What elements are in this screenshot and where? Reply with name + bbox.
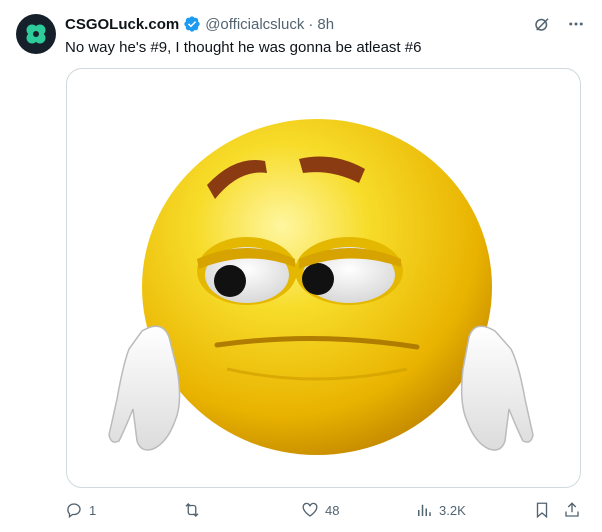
reply-button[interactable]: 1 [65, 497, 96, 523]
avatar[interactable] [16, 14, 56, 54]
tweet-actions: 1 48 3.2K [65, 497, 585, 523]
share-icon [565, 502, 579, 517]
tweet-header: CSGOLuck.com @officialcsluck · 8h [65, 14, 334, 34]
views-count: 3.2K [439, 502, 466, 518]
tweet-media[interactable] [66, 68, 581, 488]
reply-icon [67, 503, 81, 519]
more-options-icon[interactable] [566, 14, 586, 34]
top-actions [532, 14, 586, 34]
separator-dot: · [308, 15, 314, 33]
like-button[interactable]: 48 [301, 497, 339, 523]
like-count: 48 [325, 502, 340, 518]
reply-count: 1 [89, 502, 97, 518]
heart-icon [302, 502, 318, 517]
bookmark-icon [536, 502, 548, 519]
share-button[interactable] [563, 497, 581, 523]
sad-face-emoji-image [108, 119, 534, 455]
bookmark-button[interactable] [533, 497, 551, 523]
grok-icon[interactable] [532, 14, 552, 34]
views-bar-chart-icon [418, 504, 431, 516]
verified-badge-icon [183, 15, 201, 33]
author-name[interactable]: CSGOLuck.com [65, 16, 179, 33]
author-handle[interactable]: @officialcsluck [205, 16, 304, 33]
timestamp[interactable]: 8h [317, 16, 334, 33]
retweet-icon [185, 503, 199, 517]
tweet-text: No way he's #9, I thought he was gonna b… [65, 39, 422, 56]
clover-logo-icon [26, 24, 46, 44]
retweet-button[interactable] [183, 497, 207, 523]
views-button[interactable]: 3.2K [415, 497, 466, 523]
